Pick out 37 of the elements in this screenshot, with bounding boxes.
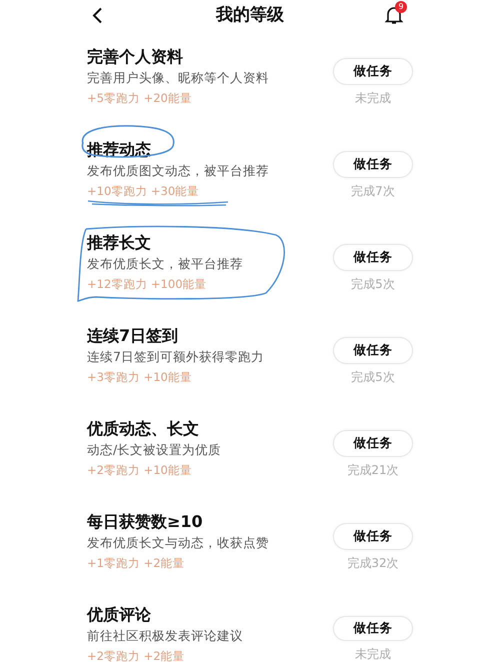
task-reward: +10零跑力 +30能量 (87, 184, 200, 199)
task-reward: +2零跑力 +10能量 (87, 463, 192, 478)
task-status: 未完成 (355, 647, 391, 662)
task-title: 每日获赞数≥10 (87, 513, 203, 531)
do-task-button[interactable]: 做任务 (333, 337, 413, 364)
do-task-button[interactable]: 做任务 (333, 430, 413, 457)
task-status: 完成21次 (347, 463, 399, 478)
do-task-button[interactable]: 做任务 (333, 58, 413, 85)
task-title: 优质评论 (87, 606, 151, 624)
do-task-button[interactable]: 做任务 (333, 151, 413, 178)
do-task-button[interactable]: 做任务 (333, 523, 413, 550)
back-icon[interactable] (92, 7, 103, 24)
task-description: 动态/长文被设置为优质 (87, 442, 222, 458)
task-status: 完成5次 (351, 370, 395, 385)
task-status: 完成7次 (351, 184, 395, 199)
task-description: 发布优质长文与动态，收获点赞 (87, 535, 269, 551)
task-title: 连续7日签到 (87, 327, 178, 345)
task-reward: +1零跑力 +2能量 (87, 556, 185, 571)
task-reward: +5零跑力 +20能量 (87, 91, 192, 106)
task-reward: +12零跑力 +100能量 (87, 277, 207, 292)
notification-badge: 9 (395, 1, 407, 13)
task-status: 完成5次 (351, 277, 395, 292)
task-reward: +2零跑力 +2能量 (87, 649, 185, 662)
task-reward: +3零跑力 +10能量 (87, 370, 192, 385)
task-description: 发布优质长文，被平台推荐 (87, 256, 243, 272)
page-title: 我的等级 (216, 4, 284, 26)
task-status: 完成32次 (347, 556, 399, 571)
task-title: 优质动态、长文 (87, 420, 199, 438)
task-title: 推荐长文 (87, 234, 151, 252)
task-title: 完善个人资料 (87, 48, 183, 66)
task-description: 完善用户头像、昵称等个人资料 (87, 70, 269, 86)
do-task-button[interactable]: 做任务 (333, 244, 413, 271)
task-description: 发布优质图文动态，被平台推荐 (87, 163, 269, 179)
task-status: 未完成 (355, 91, 391, 106)
do-task-button[interactable]: 做任务 (333, 616, 413, 641)
task-description: 连续7日签到可额外获得零跑力 (87, 349, 264, 365)
task-description: 前往社区积极发表评论建议 (87, 628, 243, 644)
